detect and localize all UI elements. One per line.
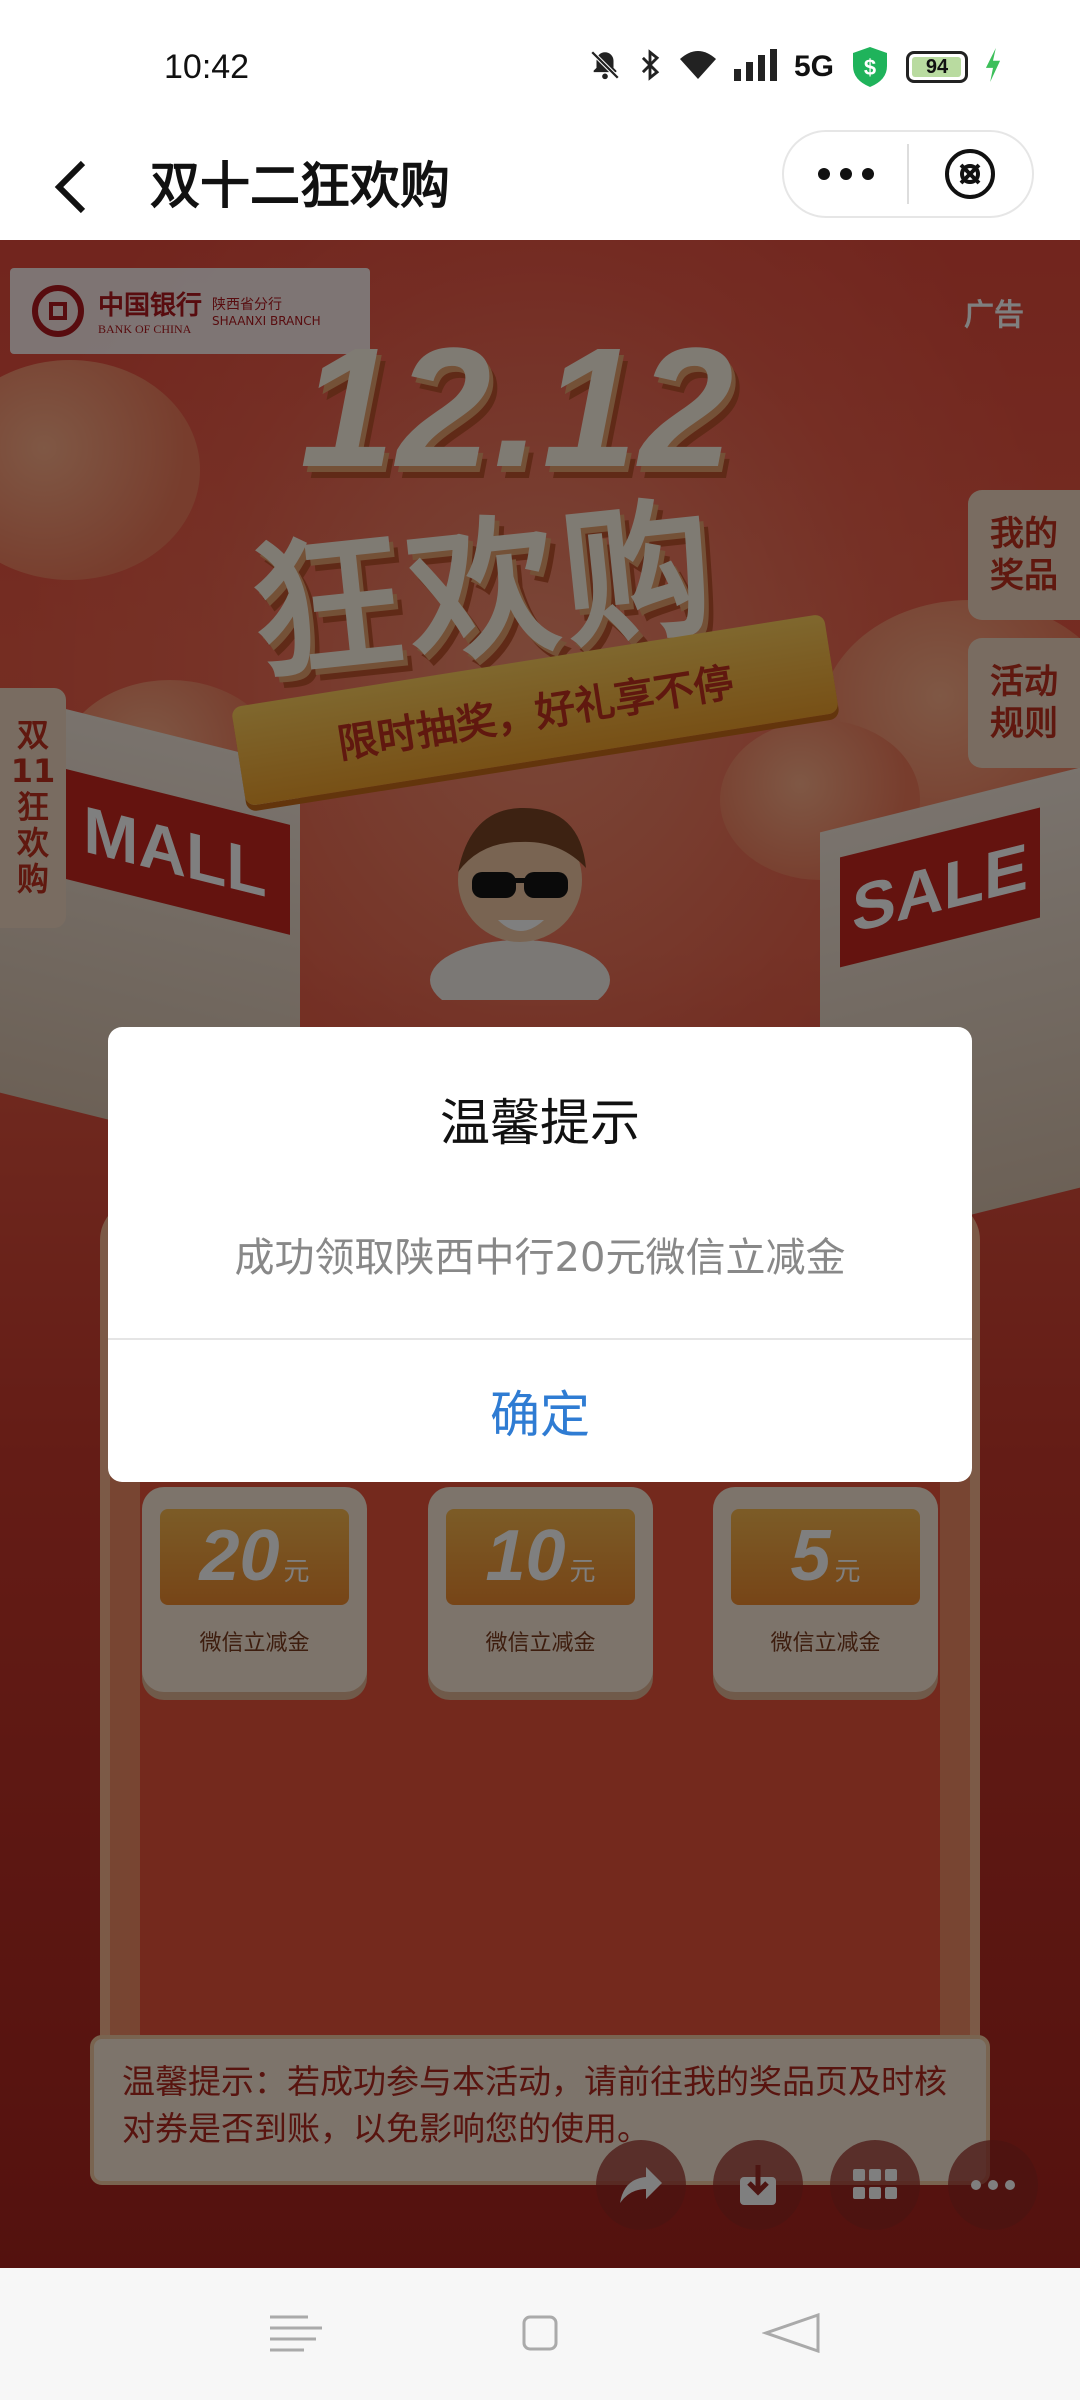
system-nav-bar <box>0 2268 1080 2400</box>
page-title: 双十二狂欢购 <box>150 157 450 215</box>
confirm-button[interactable]: 确定 <box>108 1340 972 1482</box>
battery-icon: 94 <box>906 51 968 83</box>
home-button[interactable] <box>500 2298 580 2368</box>
back-nav-button[interactable] <box>752 2298 832 2368</box>
dialog-message: 成功领取陕西中行20元微信立减金 <box>234 1235 846 1281</box>
signal-icon <box>733 49 778 85</box>
alert-dialog: 温馨提示 成功领取陕西中行20元微信立减金 确定 <box>108 1027 972 1482</box>
network-type: 5G <box>793 50 834 83</box>
dialog-title: 温馨提示 <box>440 1094 640 1152</box>
svg-text:$: $ <box>864 55 876 80</box>
back-triangle-icon <box>762 2313 820 2353</box>
charging-icon <box>984 48 1002 86</box>
mini-program-capsule <box>782 130 1034 218</box>
title-bar: 双十二狂欢购 <box>0 130 1080 240</box>
status-bar: 10:42 5G $ 94 <box>0 0 1080 130</box>
close-circle-icon <box>945 149 996 199</box>
status-icons: 5G $ 94 <box>588 46 1002 88</box>
more-button[interactable] <box>784 132 907 216</box>
bluetooth-icon <box>638 48 662 86</box>
back-arrow-icon <box>54 160 86 214</box>
bell-muted-icon <box>588 48 622 86</box>
battery-level: 94 <box>925 55 949 78</box>
status-time: 10:42 <box>164 48 250 86</box>
back-button[interactable] <box>36 152 106 222</box>
close-button[interactable] <box>909 132 1032 216</box>
recent-apps-button[interactable] <box>256 2298 336 2368</box>
menu-icon <box>270 2315 322 2352</box>
more-dots-icon <box>817 168 874 180</box>
home-square-icon <box>522 2315 558 2351</box>
wifi-icon <box>678 49 718 85</box>
shield-icon: $ <box>850 46 890 88</box>
